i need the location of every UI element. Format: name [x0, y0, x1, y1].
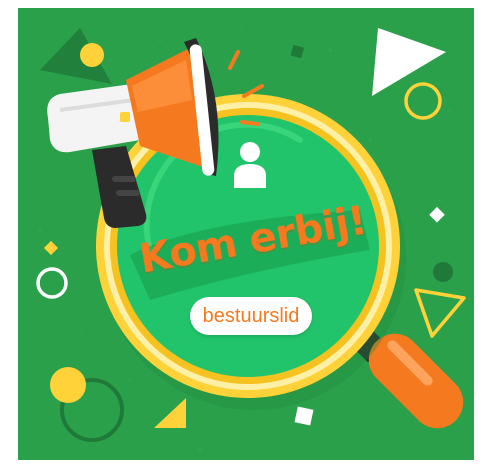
white-square-bottom [294, 406, 314, 426]
recruitment-poster: Kom erbij! bestuurslid [0, 0, 491, 468]
yellow-dot-bottom-left [50, 367, 86, 403]
role-badge[interactable]: bestuurslid [190, 297, 312, 335]
dark-dot-right [433, 262, 453, 282]
yellow-dot-top-left [80, 43, 104, 67]
